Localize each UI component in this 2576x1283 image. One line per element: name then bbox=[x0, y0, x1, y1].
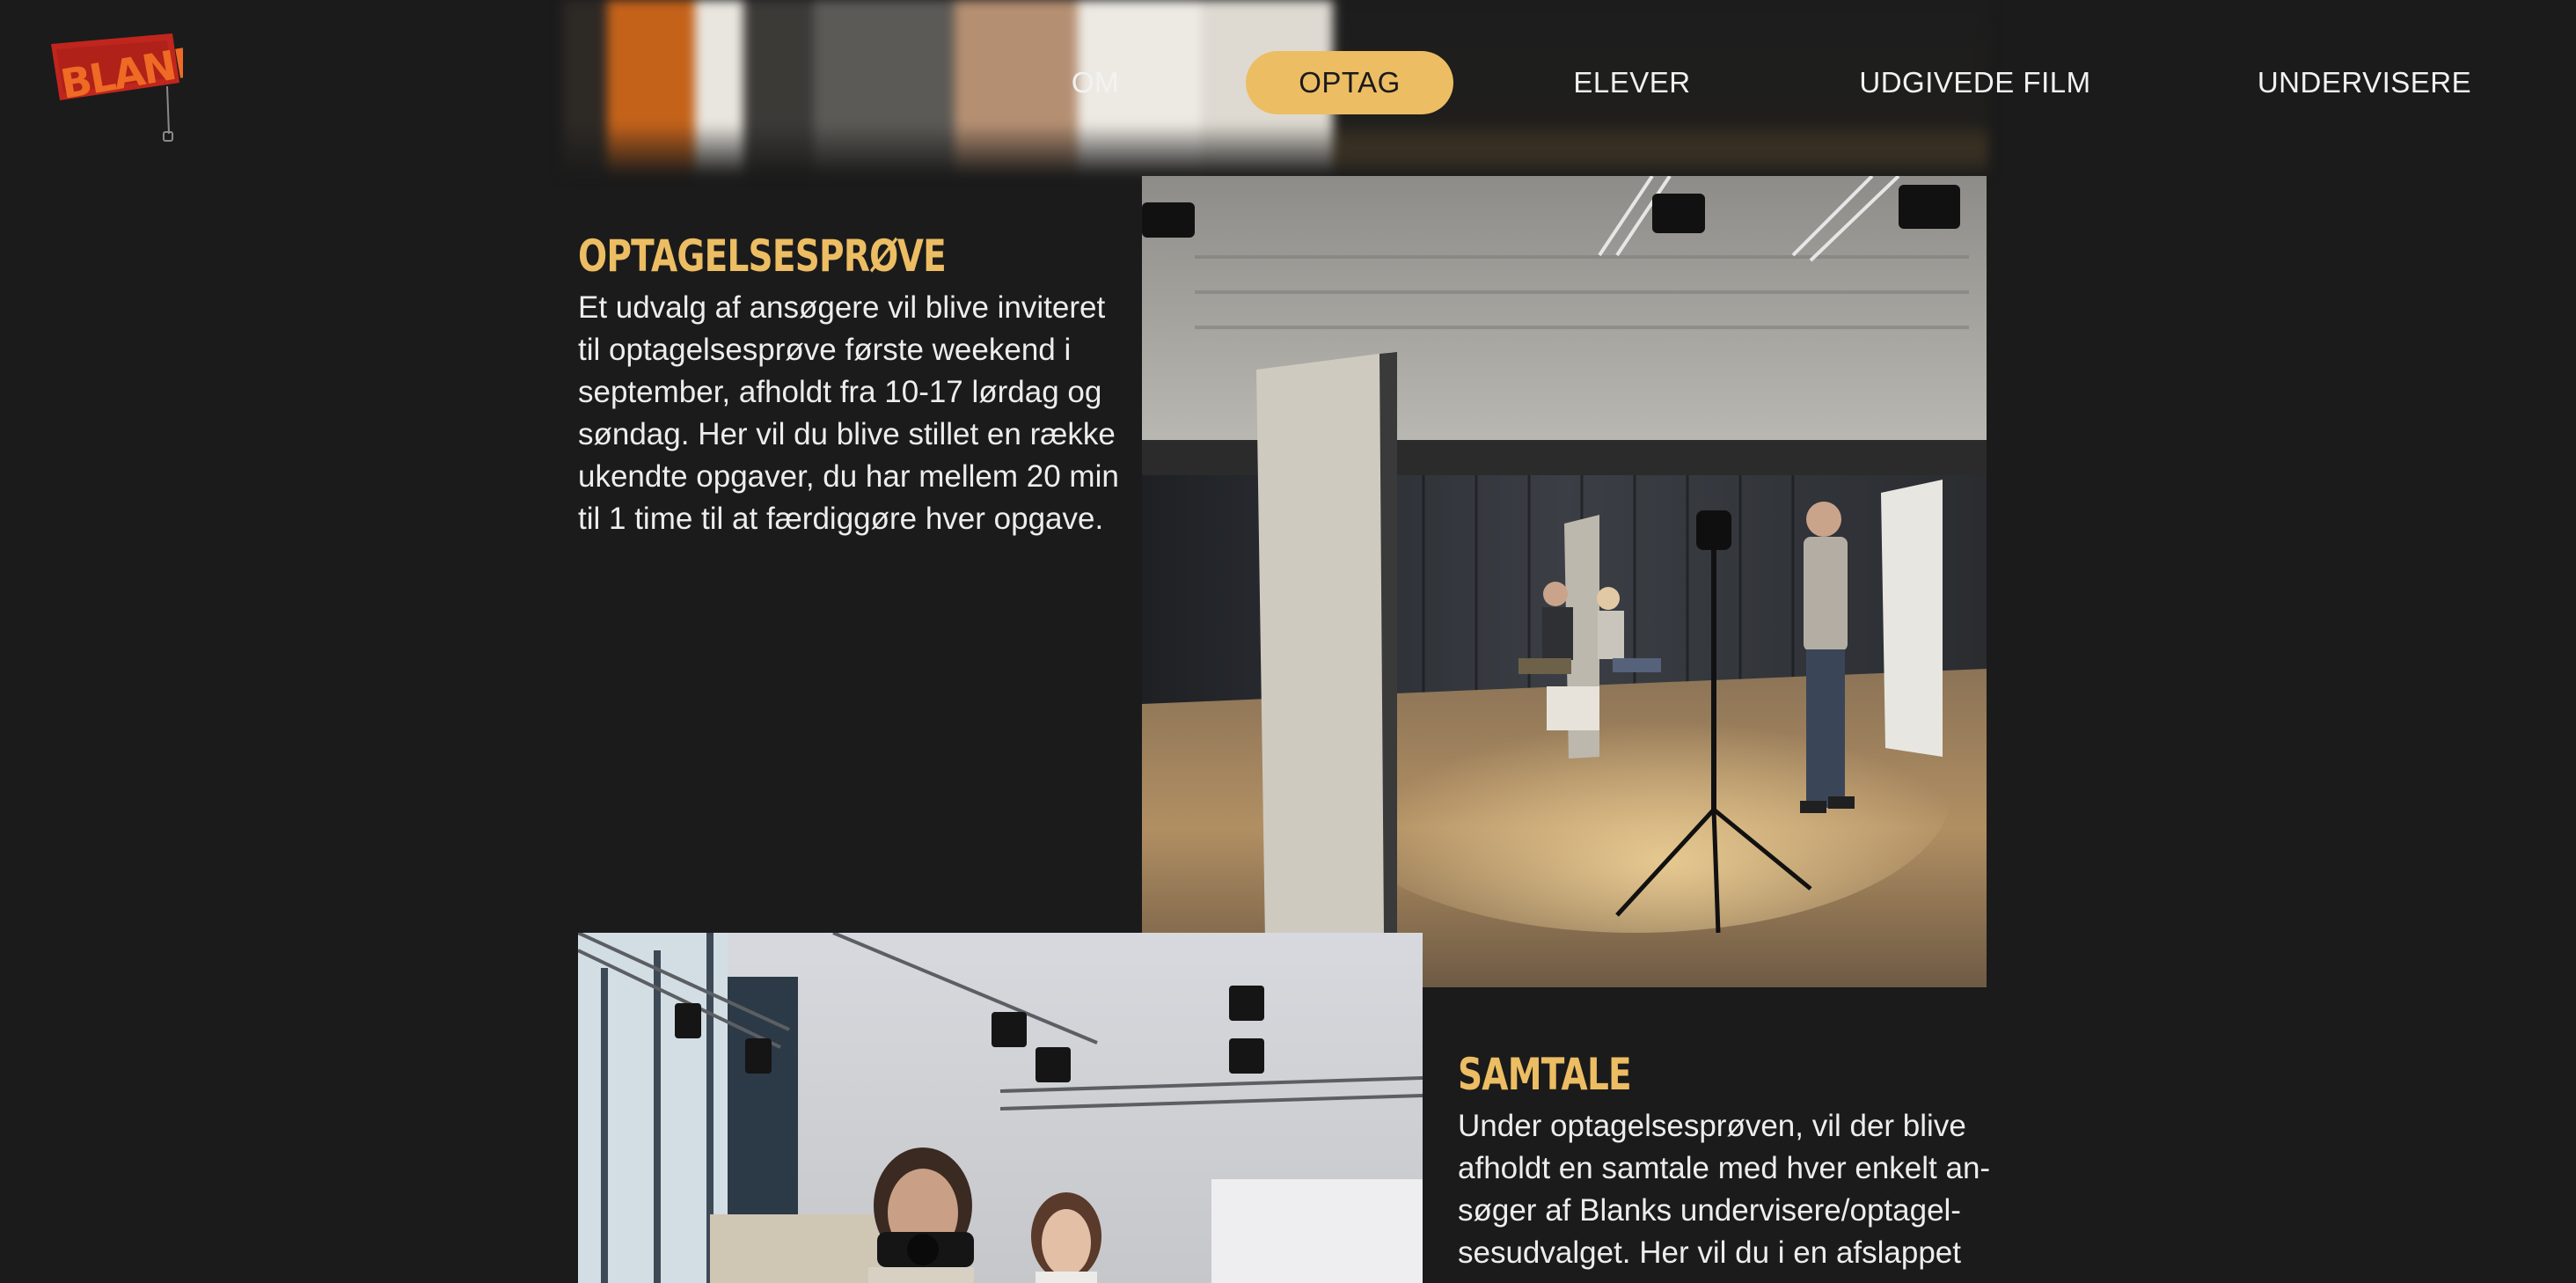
section-body-samtale: Under optagelsesprøven, vil der blive af… bbox=[1458, 1109, 1991, 1270]
section-heading-optagelsesprove: OPTAGELSESPRØVE bbox=[578, 231, 947, 282]
section-body-optagelsesprove: Et udvalg af ansøgere vil blive invitere… bbox=[578, 290, 1119, 536]
main-navigation: OM OPTAG ELEVER UDGIVEDE FILM UNDERVISER… bbox=[0, 51, 2576, 114]
camera-students-photo bbox=[578, 933, 1423, 1283]
nav-item-udgivede-film[interactable]: UDGIVEDE FILM bbox=[1848, 51, 2103, 114]
nav-item-om[interactable]: OM bbox=[1056, 51, 1135, 114]
section-heading-samtale: SAMTALE bbox=[1458, 1049, 1632, 1100]
nav-item-undervisere[interactable]: UNDERVISERE bbox=[2243, 51, 2485, 114]
nav-item-optag[interactable]: OPTAG bbox=[1246, 51, 1453, 114]
nav-item-elever[interactable]: ELEVER bbox=[1557, 51, 1707, 114]
audition-stage-photo bbox=[1142, 176, 1987, 987]
page: BLANK OM OPTAG ELEVER UDGIVEDE FILM UNDE… bbox=[0, 0, 2576, 1283]
